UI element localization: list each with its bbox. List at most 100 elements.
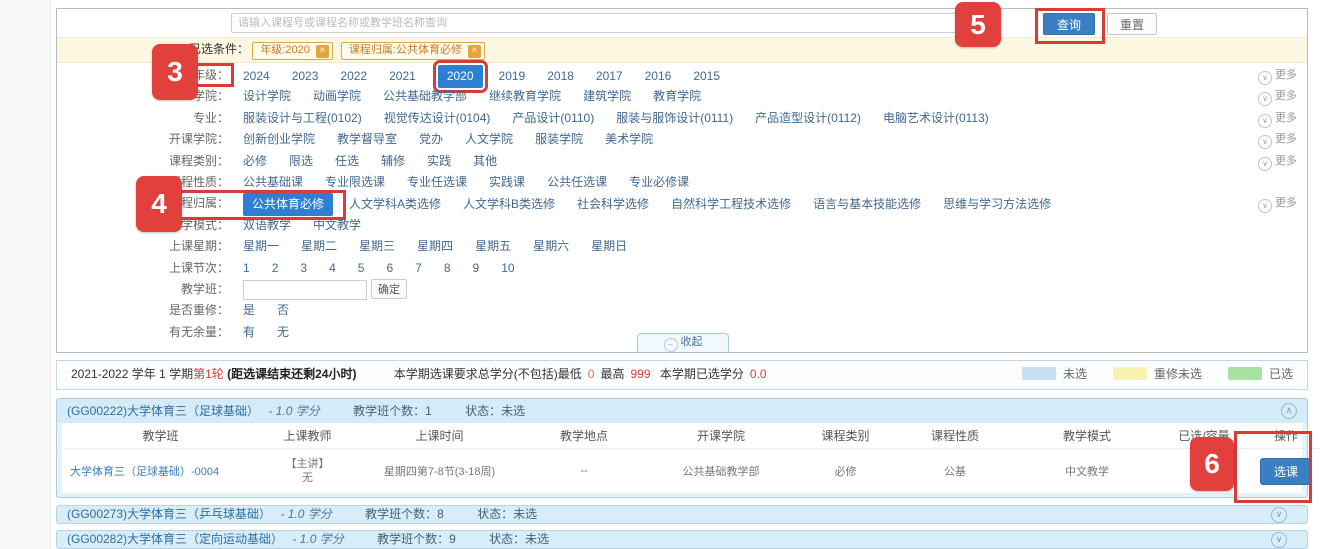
filter-option-selected[interactable]: 公共体育必修 xyxy=(243,193,333,216)
filter-option[interactable]: 中文教学 xyxy=(313,215,361,236)
filter-option[interactable]: 2016 xyxy=(645,66,672,87)
filter-option[interactable]: 人文学院 xyxy=(465,129,513,150)
filter-option[interactable]: 5 xyxy=(358,258,365,279)
filter-options: 设计学院 动画学院 公共基础教学部 继续教育学院 建筑学院 教育学院 xyxy=(243,86,723,107)
course-group-orienteering[interactable]: (GG00282)大学体育三（定向运动基础） - 1.0 学分 教学班个数：9 … xyxy=(56,530,1308,549)
filter-option[interactable]: 服装设计与工程(0102) xyxy=(243,108,362,129)
course-group-header[interactable]: (GG00222)大学体育三（足球基础） - 1.0 学分 教学班个数：1 状态… xyxy=(57,399,1307,423)
teaching-class-input[interactable] xyxy=(243,280,367,300)
filter-option[interactable]: 星期六 xyxy=(533,236,569,257)
filter-option[interactable]: 2017 xyxy=(596,66,623,87)
filter-option[interactable]: 1 xyxy=(243,258,250,279)
filter-option[interactable]: 星期二 xyxy=(301,236,337,257)
filter-option[interactable]: 动画学院 xyxy=(313,86,361,107)
more-label: 更多 xyxy=(1275,90,1297,102)
annotation-badge-3: 3 xyxy=(152,44,198,100)
filter-option[interactable]: 是 xyxy=(243,300,255,321)
collapse-tab[interactable]: −收起 xyxy=(637,333,729,352)
filter-option[interactable]: 公共基础课 xyxy=(243,172,303,193)
filter-option[interactable]: 设计学院 xyxy=(243,86,291,107)
filter-option[interactable]: 限选 xyxy=(289,151,313,172)
filter-option[interactable]: 教育学院 xyxy=(653,86,701,107)
filter-option[interactable]: 思维与学习方法选修 xyxy=(943,194,1051,215)
filter-option[interactable]: 2021 xyxy=(389,66,416,87)
filter-label: 年级： xyxy=(57,65,229,86)
query-button[interactable]: 查询 xyxy=(1043,13,1095,35)
filter-option[interactable]: 2 xyxy=(272,258,279,279)
filter-option[interactable]: 9 xyxy=(473,258,480,279)
filter-option[interactable]: 电脑艺术设计(0113) xyxy=(883,108,989,129)
filter-option[interactable]: 双语教学 xyxy=(243,215,291,236)
filter-rows: 年级： 2024 2023 2022 2021 2020 2019 2018 2017 2016 2… xyxy=(57,63,1307,343)
filter-option[interactable]: 2019 xyxy=(499,66,526,87)
filter-option[interactable]: 人文学科A类选修 xyxy=(349,194,441,215)
filter-option[interactable]: 建筑学院 xyxy=(583,86,631,107)
filter-option[interactable]: 2018 xyxy=(547,66,574,87)
filter-option[interactable]: 自然科学工程技术选修 xyxy=(671,194,791,215)
filter-option[interactable]: 2023 xyxy=(292,66,319,87)
search-input[interactable] xyxy=(231,13,973,33)
filter-option[interactable]: 教学督导室 xyxy=(337,129,397,150)
more-link[interactable]: ∨更多 xyxy=(1258,86,1297,107)
filter-option[interactable]: 7 xyxy=(415,258,422,279)
filter-option[interactable]: 2015 xyxy=(693,66,720,87)
remove-tag-icon[interactable]: × xyxy=(468,45,481,58)
more-link[interactable]: ∨更多 xyxy=(1258,65,1297,86)
filter-option[interactable]: 任选 xyxy=(335,151,359,172)
filter-option[interactable]: 无 xyxy=(277,322,289,343)
filter-option[interactable]: 其他 xyxy=(473,151,497,172)
filter-option[interactable]: 产品造型设计(0112) xyxy=(755,108,861,129)
filter-option-selected[interactable]: 2020 xyxy=(438,65,483,88)
filter-option[interactable]: 10 xyxy=(501,258,514,279)
filter-option[interactable]: 星期五 xyxy=(475,236,511,257)
chevron-up-icon[interactable]: ∧ xyxy=(1281,403,1297,419)
filter-option[interactable]: 有 xyxy=(243,322,255,343)
filter-option[interactable]: 否 xyxy=(277,300,289,321)
filter-option[interactable]: 产品设计(0110) xyxy=(512,108,594,129)
more-link[interactable]: ∨更多 xyxy=(1258,129,1297,150)
filter-option[interactable]: 服装与服饰设计(0111) xyxy=(616,108,733,129)
filter-option[interactable]: 专业任选课 xyxy=(407,172,467,193)
filter-option[interactable]: 实践 xyxy=(427,151,451,172)
more-link[interactable]: ∨更多 xyxy=(1258,151,1297,172)
filter-option[interactable]: 美术学院 xyxy=(605,129,653,150)
filter-option[interactable]: 6 xyxy=(386,258,393,279)
course-group-pingpong[interactable]: (GG00273)大学体育三（乒乓球基础） - 1.0 学分 教学班个数：8 状… xyxy=(56,505,1308,524)
reset-button[interactable]: 重置 xyxy=(1107,13,1157,35)
filter-option[interactable]: 3 xyxy=(300,258,307,279)
course-group-title: (GG00282)大学体育三（定向运动基础） xyxy=(67,532,283,546)
filter-option[interactable]: 4 xyxy=(329,258,336,279)
filter-option[interactable]: 星期一 xyxy=(243,236,279,257)
filter-option[interactable]: 公共基础教学部 xyxy=(383,86,467,107)
filter-option[interactable]: 专业限选课 xyxy=(325,172,385,193)
filter-option[interactable]: 视觉传达设计(0104) xyxy=(384,108,491,129)
filter-option[interactable]: 星期四 xyxy=(417,236,453,257)
filter-option[interactable]: 语言与基本技能选修 xyxy=(813,194,921,215)
select-course-button[interactable]: 选课 xyxy=(1260,458,1312,485)
more-link[interactable]: ∨更多 xyxy=(1258,108,1297,129)
filter-option[interactable]: 公共任选课 xyxy=(547,172,607,193)
more-link[interactable]: ∨更多 xyxy=(1258,193,1297,214)
filter-option[interactable]: 必修 xyxy=(243,151,267,172)
filter-option[interactable]: 人文学科B类选修 xyxy=(463,194,555,215)
condition-tag-label: 课程归属:公共体育必修 xyxy=(349,44,462,56)
confirm-button[interactable]: 确定 xyxy=(371,279,407,299)
filter-option[interactable]: 继续教育学院 xyxy=(489,86,561,107)
filter-option[interactable]: 服装学院 xyxy=(535,129,583,150)
remove-tag-icon[interactable]: × xyxy=(316,45,329,58)
filter-option[interactable]: 辅修 xyxy=(381,151,405,172)
filter-option[interactable]: 2024 xyxy=(243,66,270,87)
chevron-down-icon[interactable]: ∨ xyxy=(1271,532,1287,548)
filter-option[interactable]: 星期日 xyxy=(591,236,627,257)
filter-option[interactable]: 专业必修课 xyxy=(629,172,689,193)
legend-item: 未选 xyxy=(1022,367,1087,381)
filter-option[interactable]: 创新创业学院 xyxy=(243,129,315,150)
filter-option[interactable]: 星期三 xyxy=(359,236,395,257)
filter-option[interactable]: 实践课 xyxy=(489,172,525,193)
filter-option[interactable]: 社会科学选修 xyxy=(577,194,649,215)
filter-option[interactable]: 党办 xyxy=(419,129,443,150)
filter-option[interactable]: 8 xyxy=(444,258,451,279)
chevron-down-icon[interactable]: ∨ xyxy=(1271,507,1287,523)
filter-option[interactable]: 2022 xyxy=(340,66,367,87)
class-name-link[interactable]: 大学体育三（足球基础）-0004 xyxy=(70,466,219,478)
